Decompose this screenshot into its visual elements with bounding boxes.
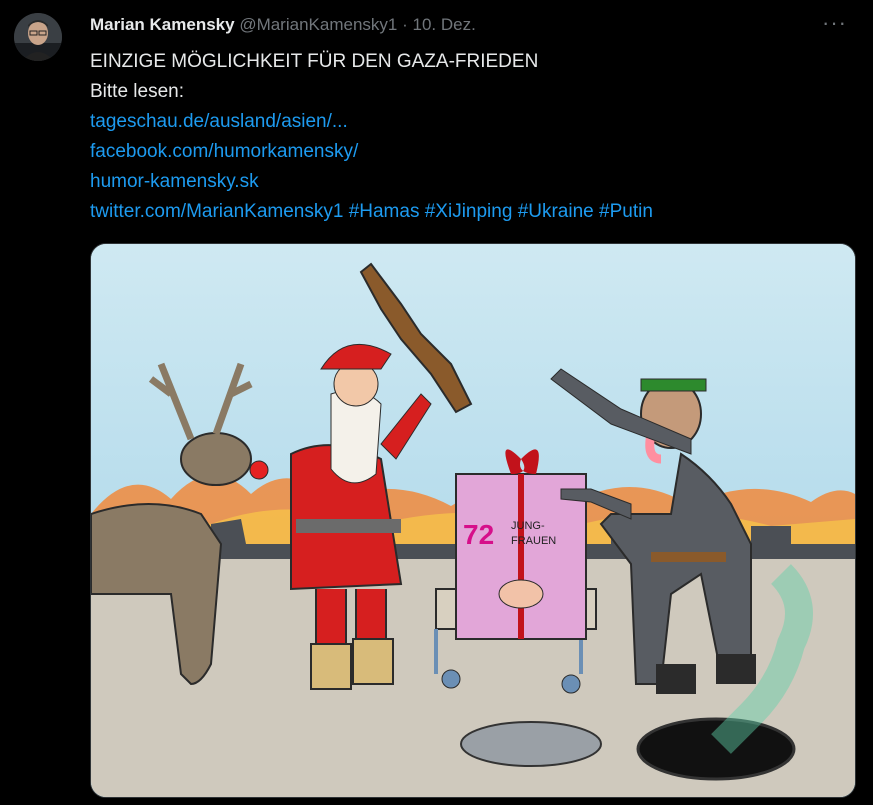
author-name[interactable]: Marian Kamensky: [90, 15, 235, 34]
author-handle[interactable]: @MarianKamensky1: [239, 15, 397, 34]
tweet-media-cartoon[interactable]: 72 JUNG- FRAUEN: [90, 243, 856, 798]
avatar-image: [14, 13, 62, 61]
hashtag-ukraine[interactable]: #Ukraine: [518, 201, 594, 222]
separator-dot: ·: [402, 15, 408, 34]
tweet-line-read: Bitte lesen:: [90, 81, 184, 102]
cartoon-illustration: 72 JUNG- FRAUEN: [91, 244, 855, 797]
box-number: 72: [463, 519, 494, 550]
tweet-date[interactable]: 10. Dez.: [413, 15, 476, 34]
link-twitter[interactable]: twitter.com/MarianKamensky1: [90, 201, 343, 222]
link-tagesschau[interactable]: tageschau.de/ausland/asien/...: [90, 111, 348, 132]
link-humor-kamensky[interactable]: humor-kamensky.sk: [90, 171, 259, 192]
hashtag-putin[interactable]: #Putin: [599, 201, 653, 222]
tweet-header: Marian Kamensky @MarianKamensky1 · 10. D…: [90, 14, 813, 36]
more-options-icon[interactable]: ···: [822, 10, 847, 36]
tweet-text: EINZIGE MÖGLICHKEIT FÜR DEN GAZA-FRIEDEN…: [90, 47, 653, 227]
hashtag-hamas[interactable]: #Hamas: [349, 201, 420, 222]
author-avatar[interactable]: [14, 13, 62, 61]
tweet-line-title: EINZIGE MÖGLICHKEIT FÜR DEN GAZA-FRIEDEN: [90, 51, 539, 72]
box-label-2: FRAUEN: [511, 535, 556, 547]
box-label-1: JUNG-: [511, 520, 545, 532]
hashtag-xijinping[interactable]: #XiJinping: [425, 201, 513, 222]
link-facebook[interactable]: facebook.com/humorkamensky/: [90, 141, 358, 162]
